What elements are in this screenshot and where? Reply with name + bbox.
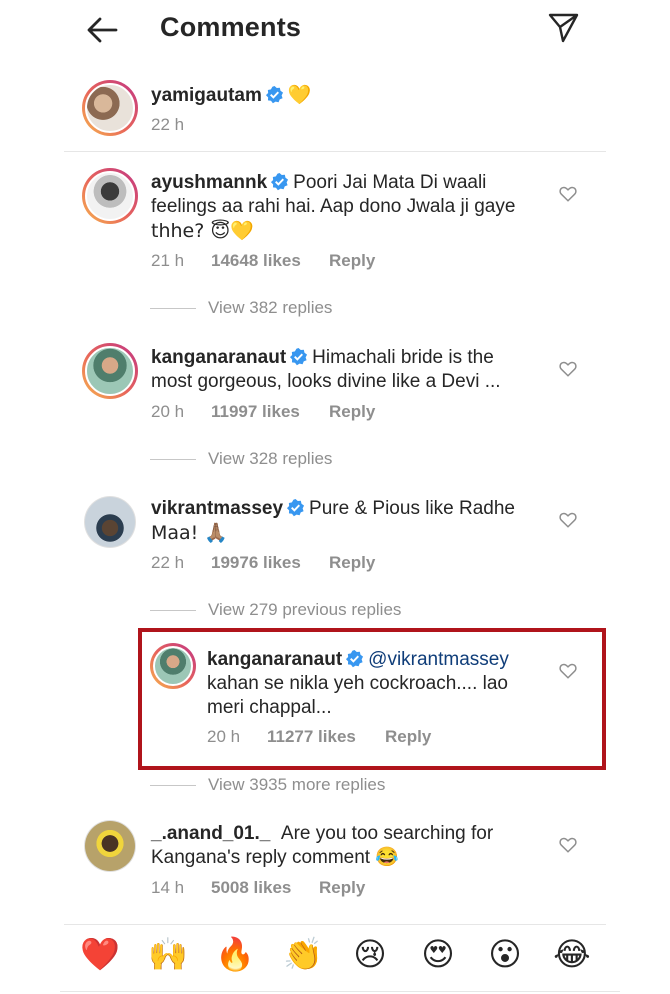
divider [64,151,606,152]
comment-text-line: Pure & Pious like Radhe [309,498,515,519]
avatar[interactable] [82,80,138,136]
comment-body: kanganaranaut Himachali bride is the most… [151,346,551,394]
avatar[interactable] [84,820,136,872]
paper-plane-icon[interactable] [546,10,580,44]
heart-icon[interactable] [559,662,577,680]
arrow-left-icon[interactable] [84,12,120,48]
comment-username[interactable]: kanganaranaut [151,347,286,368]
emoji-raised-hands[interactable]: 🙌 [148,934,188,974]
comment-username[interactable]: kanganaranaut [207,649,342,670]
emoji-reaction-bar: ❤️ 🙌 🔥 👏 😢 😍 😮 😂 [60,924,620,992]
caption-meta: 22 h [151,115,184,135]
view-replies-label: View 3935 more replies [208,775,386,794]
emoji-laughing[interactable]: 😂 [552,934,592,974]
emoji-heart[interactable]: ❤️ [80,934,120,974]
comment-meta: 20 h 11277 likes Reply [207,727,431,747]
reply-body: kanganaranaut @vikrantmassey kahan se nik… [207,648,557,720]
comment-text-line: Kangana's reply comment 😂 [151,847,400,868]
timestamp: 14 h [151,878,185,897]
verified-badge-icon [271,172,289,191]
verified-badge-icon [346,649,364,668]
verified-badge-icon [265,85,283,104]
comment-meta: 21 h 14648 likes Reply [151,251,375,271]
view-replies-button[interactable]: View 279 previous replies [150,600,401,620]
divider [150,459,196,461]
avatar[interactable] [84,496,136,548]
reply-button[interactable]: Reply [319,878,365,898]
page-title: Comments [160,12,302,42]
caption-emoji: 💛 [287,84,312,106]
comment-body: vikrantmassey Pure & Pious like Radhe Maa… [151,497,551,545]
comment-username[interactable]: _.anand_01._ [151,823,270,844]
heart-icon[interactable] [559,360,577,378]
divider [150,785,196,787]
comment-body: ayushmannk Poori Jai Mata Di waali feelin… [151,171,551,243]
divider [150,308,196,310]
emoji-surprised[interactable]: 😮 [485,934,525,974]
emoji-crying[interactable]: 😢 [350,934,390,974]
likes-count[interactable]: 5008 likes [211,878,319,898]
verified-badge-icon [286,498,305,517]
comment-meta: 14 h 5008 likes Reply [151,878,365,898]
comment-username[interactable]: vikrantmassey [151,498,283,519]
view-replies-button[interactable]: View 328 replies [150,449,332,469]
divider [150,610,196,612]
caption-username[interactable]: yamigautam [151,85,262,106]
comment-text-line: most gorgeous, looks divine like a Devi … [151,371,501,392]
reply-button[interactable]: Reply [329,402,375,422]
caption-line: yamigautam 💛 [151,83,312,108]
header-bar: Comments [0,0,670,58]
comment-username[interactable]: ayushmannk [151,172,267,193]
mention-link[interactable]: @vikrantmassey [368,649,509,670]
verified-badge-icon [290,347,308,366]
comment-body: _.anand_01._ Are you too searching for K… [151,822,551,870]
view-replies-button[interactable]: View 382 replies [150,298,332,318]
likes-count[interactable]: 11277 likes [267,727,385,747]
timestamp: 22 h [151,115,185,134]
heart-icon[interactable] [559,185,577,203]
comment-meta: 22 h 19976 likes Reply [151,553,375,573]
comment-text-line: Are you too searching for [280,823,494,844]
comment-text-line: meri chappal... [207,697,332,718]
likes-count[interactable]: 14648 likes [211,251,329,271]
comment-text-line: feelings aa rahi hai. Aap dono Jwala ji … [151,196,516,217]
comment-text-line: Maa! 🙏🏽 [151,522,228,544]
avatar[interactable] [82,343,138,399]
likes-count[interactable]: 19976 likes [211,553,329,573]
timestamp: 22 h [151,553,185,572]
heart-icon[interactable] [559,836,577,854]
timestamp: 20 h [207,727,241,746]
comment-text-line: thhe? 😇💛 [151,220,254,242]
reply-button[interactable]: Reply [385,727,431,747]
likes-count[interactable]: 11997 likes [211,402,329,422]
heart-icon[interactable] [559,511,577,529]
view-replies-button[interactable]: View 3935 more replies [150,775,385,795]
reply-button[interactable]: Reply [329,553,375,573]
comment-text-line: Himachali bride is the [312,347,494,368]
view-replies-label: View 328 replies [208,449,333,468]
emoji-clapping[interactable]: 👏 [283,934,323,974]
comment-meta: 20 h 11997 likes Reply [151,402,375,422]
avatar[interactable] [150,643,196,689]
timestamp: 21 h [151,251,185,270]
comment-text-line: kahan se nikla yeh cockroach.... lao [207,673,509,694]
comment-text-line: Poori Jai Mata Di waali [293,172,487,193]
emoji-heart-eyes[interactable]: 😍 [418,934,458,974]
view-replies-label: View 382 replies [208,298,333,317]
timestamp: 20 h [151,402,185,421]
emoji-fire[interactable]: 🔥 [215,934,255,974]
view-replies-label: View 279 previous replies [208,600,402,619]
avatar[interactable] [82,168,138,224]
reply-button[interactable]: Reply [329,251,375,271]
